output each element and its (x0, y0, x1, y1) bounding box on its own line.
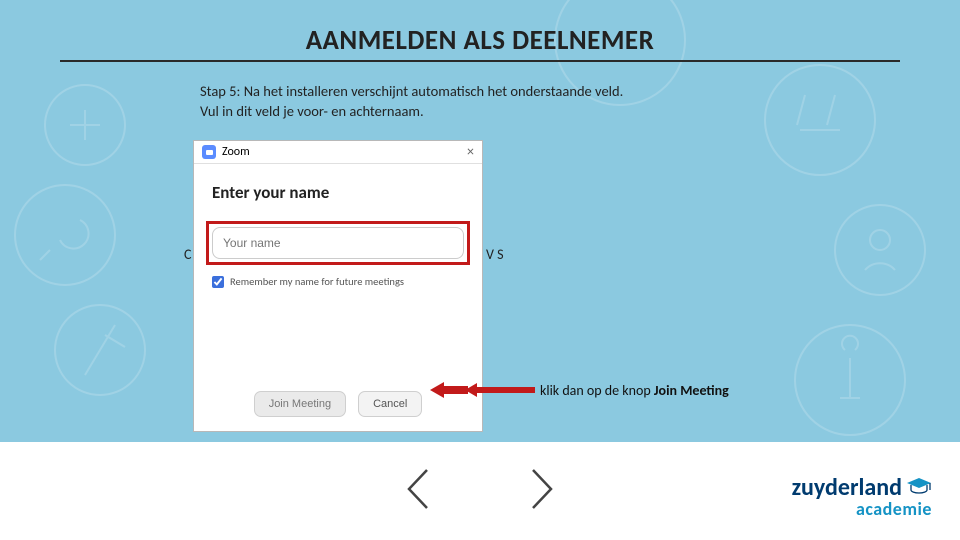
join-meeting-button[interactable]: Join Meeting (254, 391, 346, 417)
zoom-icon (202, 145, 216, 159)
step-line-1: Stap 5: Na het installeren verschijnt au… (200, 82, 623, 100)
close-icon[interactable]: × (467, 145, 474, 159)
brand-line2: academie (792, 500, 932, 518)
nav-prev-icon[interactable] (401, 466, 435, 517)
dialog-app-name: Zoom (222, 145, 250, 159)
cancel-button[interactable]: Cancel (358, 391, 422, 417)
join-hint: klik dan op de knop Join Meeting (540, 382, 729, 399)
red-arrow-to-join-icon (430, 381, 470, 404)
checkbox-remember[interactable] (212, 276, 224, 288)
brand-logo: zuyderland academie (792, 476, 932, 518)
red-arrow-bar-icon (465, 381, 537, 404)
title-underline (60, 60, 900, 62)
graduation-cap-icon (906, 476, 932, 496)
page-title: AANMELDEN ALS DEELNEMER (0, 24, 960, 57)
nav-next-icon[interactable] (525, 466, 559, 517)
remember-row[interactable]: Remember my name for future meetings (212, 275, 464, 288)
hint-bold: Join Meeting (654, 382, 729, 399)
name-input-highlight (206, 221, 470, 265)
dialog-heading: Enter your name (212, 182, 464, 203)
step-line-2: Vul in dit veld je voor- en achternaam. (200, 102, 424, 120)
dialog-titlebar: Zoom × (194, 141, 482, 164)
name-input[interactable] (212, 227, 464, 259)
remember-label: Remember my name for future meetings (230, 275, 404, 288)
brand-line1: zuyderland (792, 476, 902, 500)
bg-letter-left: C (184, 246, 191, 263)
slide-footer: zuyderland academie (0, 442, 960, 540)
hint-prefix: klik dan op de knop (540, 382, 654, 399)
bg-letter-right: V S (486, 246, 504, 263)
step-instructions: Stap 5: Na het installeren verschijnt au… (200, 82, 820, 121)
